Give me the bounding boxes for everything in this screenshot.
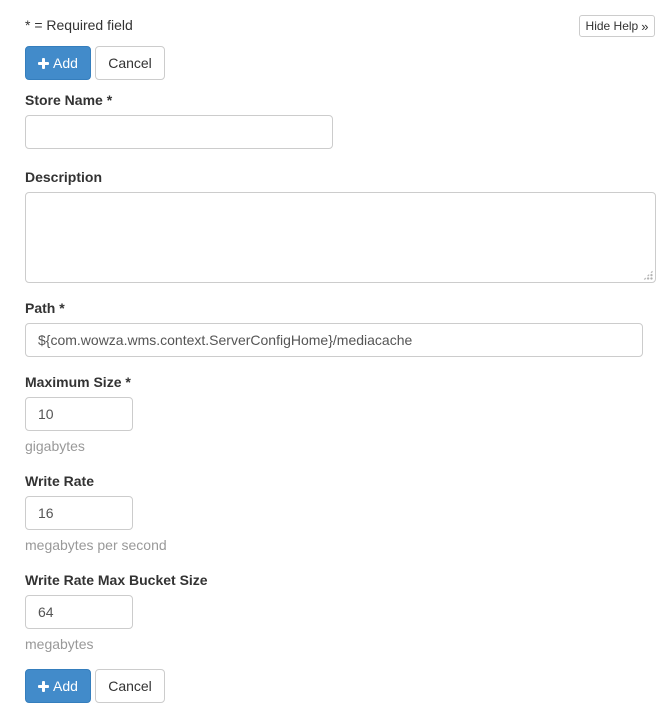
store-name-input[interactable] — [25, 115, 333, 149]
description-label: Description — [25, 169, 103, 185]
store-name-label: Store Name * — [25, 92, 113, 108]
double-chevron-right-icon: » — [641, 18, 649, 34]
bucket-size-label: Write Rate Max Bucket Size — [25, 572, 208, 588]
plus-icon — [38, 680, 50, 692]
cancel-button-label: Cancel — [108, 678, 152, 694]
cancel-button-label: Cancel — [108, 55, 152, 71]
add-button-label: Add — [53, 55, 78, 71]
required-field-note: * = Required field — [25, 17, 133, 33]
plus-icon — [38, 57, 50, 69]
path-label: Path * — [25, 300, 65, 316]
hide-help-label: Hide Help — [585, 19, 639, 33]
description-textarea[interactable] — [25, 192, 656, 283]
hide-help-button[interactable]: Hide Help » — [579, 15, 655, 37]
maximum-size-unit: gigabytes — [25, 438, 85, 454]
write-rate-unit: megabytes per second — [25, 537, 167, 553]
add-button-bottom[interactable]: Add — [25, 669, 91, 703]
write-rate-input[interactable]: 16 — [25, 496, 133, 530]
maximum-size-label: Maximum Size * — [25, 374, 131, 390]
bucket-size-unit: megabytes — [25, 636, 94, 652]
cancel-button-bottom[interactable]: Cancel — [95, 669, 165, 703]
add-button-top[interactable]: Add — [25, 46, 91, 80]
maximum-size-input[interactable]: 10 — [25, 397, 133, 431]
write-rate-label: Write Rate — [25, 473, 94, 489]
cancel-button-top[interactable]: Cancel — [95, 46, 165, 80]
bucket-size-input[interactable]: 64 — [25, 595, 133, 629]
add-button-label: Add — [53, 678, 78, 694]
path-input[interactable]: ${com.wowza.wms.context.ServerConfigHome… — [25, 323, 643, 357]
resize-grip-icon[interactable] — [643, 270, 653, 280]
